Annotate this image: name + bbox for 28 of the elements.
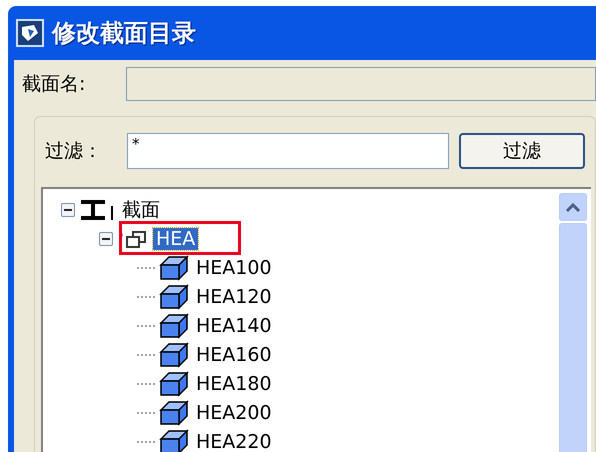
box-icon [159,370,189,396]
app-icon [16,19,44,47]
box-icon [159,400,189,426]
window-title: 修改截面目录 [52,18,196,49]
box-icon [159,312,189,338]
collapse-toggle[interactable] [61,202,75,216]
tree-item[interactable]: HEA160 [193,344,275,366]
filter-label: 过滤： [44,138,103,164]
section-name-field[interactable] [126,67,596,101]
filter-field[interactable]: * [127,133,449,169]
i-beam-icon [79,198,115,222]
box-icon [159,428,189,452]
collapse-toggle[interactable] [99,232,113,246]
tree-item[interactable]: HEA220 [193,430,275,452]
box-icon [159,254,189,280]
field-label: 截面名: [22,72,86,97]
tree-item[interactable]: 截面 [119,198,163,220]
tree-item[interactable]: HEA120 [193,286,275,308]
box-icon [159,342,189,368]
chevron-up-icon [566,202,580,212]
tree-item[interactable]: HEA100 [193,256,275,278]
filter-button[interactable]: 过滤 [459,133,585,169]
tree-item[interactable]: HEA200 [193,402,275,424]
box-icon [159,284,189,310]
tree-item[interactable]: HEA180 [193,372,275,394]
tree-item[interactable]: HEA [153,228,198,250]
scroll-up-button[interactable] [559,193,587,221]
tree-item[interactable]: HEA140 [193,314,275,336]
